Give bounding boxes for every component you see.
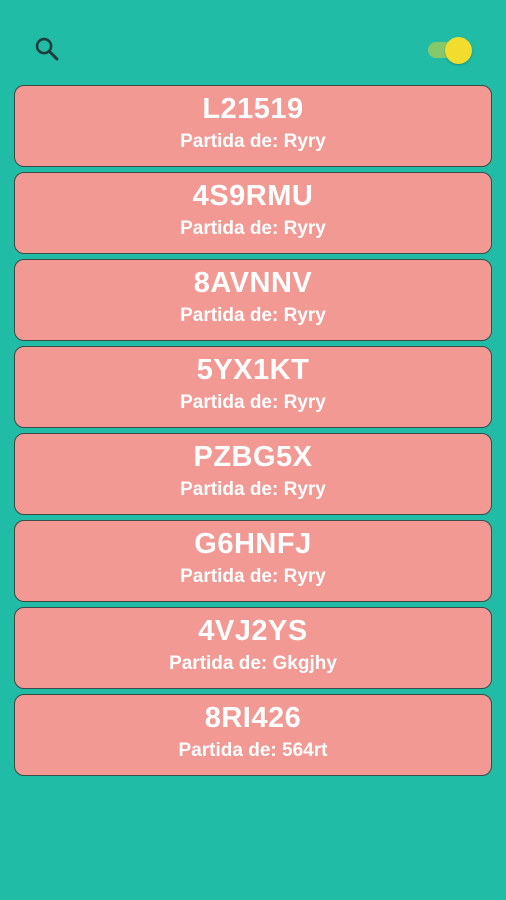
game-list: L21519 Partida de: Ryry 4S9RMU Partida d… bbox=[14, 85, 492, 781]
search-button[interactable] bbox=[30, 32, 64, 66]
game-code: 8AVNNV bbox=[193, 267, 313, 299]
game-code: PZBG5X bbox=[193, 441, 313, 473]
game-card[interactable]: L21519 Partida de: Ryry bbox=[14, 85, 492, 167]
game-code: 5YX1KT bbox=[196, 354, 310, 386]
game-card[interactable]: 4VJ2YS Partida de: Gkgjhy bbox=[14, 607, 492, 689]
game-card[interactable]: 8AVNNV Partida de: Ryry bbox=[14, 259, 492, 341]
game-code: 4S9RMU bbox=[192, 180, 314, 212]
game-owner: Partida de: Ryry bbox=[180, 392, 326, 413]
game-card[interactable]: 8RI426 Partida de: 564rt bbox=[14, 694, 492, 776]
game-owner: Partida de: Ryry bbox=[180, 566, 326, 587]
game-card[interactable]: 4S9RMU Partida de: Ryry bbox=[14, 172, 492, 254]
game-owner: Partida de: Ryry bbox=[180, 479, 326, 500]
game-code: 8RI426 bbox=[204, 702, 302, 734]
game-owner: Partida de: Ryry bbox=[180, 218, 326, 239]
game-owner: Partida de: Ryry bbox=[180, 131, 326, 152]
game-card[interactable]: 5YX1KT Partida de: Ryry bbox=[14, 346, 492, 428]
theme-toggle[interactable] bbox=[426, 36, 476, 64]
search-icon bbox=[35, 37, 59, 61]
game-owner: Partida de: Ryry bbox=[180, 305, 326, 326]
game-code: G6HNFJ bbox=[194, 528, 312, 560]
game-card[interactable]: PZBG5X Partida de: Ryry bbox=[14, 433, 492, 515]
game-code: 4VJ2YS bbox=[198, 615, 308, 647]
game-owner: Partida de: 564rt bbox=[178, 740, 328, 761]
toggle-thumb bbox=[445, 37, 472, 64]
game-card[interactable]: G6HNFJ Partida de: Ryry bbox=[14, 520, 492, 602]
top-bar bbox=[0, 0, 506, 86]
game-owner: Partida de: Gkgjhy bbox=[169, 653, 337, 674]
game-code: L21519 bbox=[202, 93, 304, 125]
